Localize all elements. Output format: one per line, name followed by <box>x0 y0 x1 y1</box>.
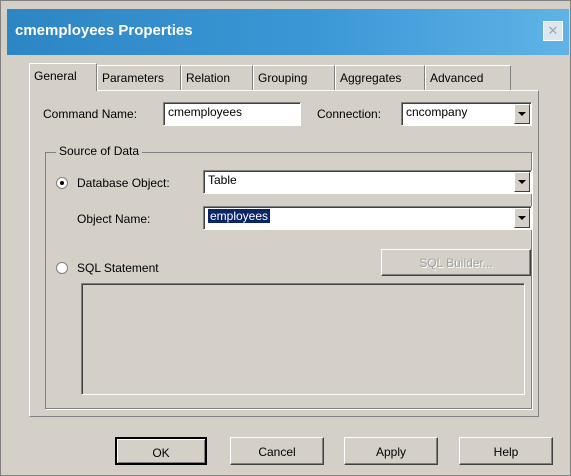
tab-grouping[interactable]: Grouping <box>253 65 335 90</box>
object-name-value: employees <box>208 209 271 223</box>
connection-label: Connection: <box>317 107 382 121</box>
apply-button[interactable]: Apply <box>344 437 438 465</box>
database-object-value: Table <box>208 173 237 187</box>
source-of-data-caption: Source of Data <box>56 144 143 158</box>
sql-statement-label: SQL Statement <box>77 261 159 275</box>
window-title: cmemployees Properties <box>15 22 193 39</box>
database-object-label: Database Object: <box>77 176 170 190</box>
command-name-input[interactable]: cmemployees <box>163 102 301 126</box>
tab-general[interactable]: General <box>29 63 97 91</box>
properties-dialog: cmemployees Properties ✕ General Paramet… <box>0 0 571 476</box>
title-bar[interactable]: cmemployees Properties ✕ <box>7 9 569 55</box>
object-name-select[interactable]: employees <box>203 206 532 230</box>
sql-builder-button[interactable]: SQL Builder... <box>381 249 531 276</box>
tab-relation[interactable]: Relation <box>181 65 253 90</box>
help-button[interactable]: Help <box>459 437 553 465</box>
chevron-down-icon[interactable] <box>514 104 530 124</box>
tab-parameters[interactable]: Parameters <box>97 65 181 90</box>
ok-button[interactable]: OK <box>115 437 207 465</box>
tab-advanced[interactable]: Advanced <box>425 65 511 90</box>
sql-statement-radio[interactable] <box>56 262 68 274</box>
chevron-down-icon[interactable] <box>514 172 530 192</box>
database-object-select[interactable]: Table <box>203 170 532 194</box>
database-object-radio[interactable] <box>56 177 68 189</box>
chevron-down-icon[interactable] <box>514 208 530 228</box>
connection-value: cncompany <box>406 105 468 119</box>
object-name-label: Object Name: <box>77 212 151 226</box>
tab-aggregates[interactable]: Aggregates <box>335 65 425 90</box>
command-name-label: Command Name: <box>43 107 138 121</box>
close-icon[interactable]: ✕ <box>543 21 563 41</box>
connection-select[interactable]: cncompany <box>401 102 532 126</box>
cancel-button[interactable]: Cancel <box>230 437 324 465</box>
sql-statement-textarea[interactable] <box>81 283 525 395</box>
